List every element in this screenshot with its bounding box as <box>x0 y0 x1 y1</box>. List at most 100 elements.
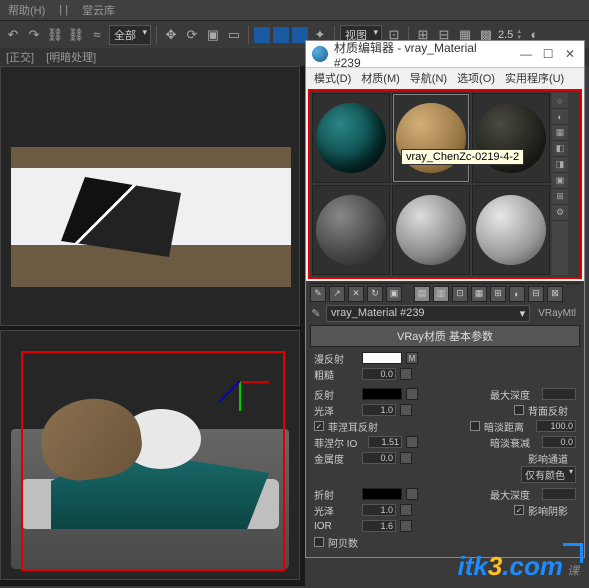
material-name-row: ✎ vray_Material #239▾ VRayMtl <box>310 303 580 323</box>
scale-icon[interactable]: ▣ <box>204 26 222 44</box>
undo-icon[interactable]: ↶ <box>4 26 22 44</box>
map-fresnel-ior-button[interactable] <box>406 436 418 448</box>
map-rgloss-button[interactable] <box>400 504 412 516</box>
unlink-icon[interactable]: ⛓ <box>67 26 85 44</box>
mt-dropper-icon[interactable]: ✎ <box>310 286 326 302</box>
label-maxdepth-reflect: 最大深度 <box>490 387 538 402</box>
mt-btn9-icon[interactable]: ▦ <box>471 286 487 302</box>
mat-menu-nav[interactable]: 导航(N) <box>406 70 451 86</box>
side-btn-4[interactable]: ◧ <box>552 141 568 157</box>
close-icon[interactable]: ✕ <box>562 46 578 62</box>
checkbox-backside[interactable] <box>514 405 524 415</box>
mat-menu-material[interactable]: 材质(M) <box>357 70 404 86</box>
mt-btn5-icon[interactable]: ▣ <box>386 286 402 302</box>
material-slot-2[interactable]: vray_ChenZc-0219-4-2 <box>392 93 470 183</box>
material-editor-titlebar[interactable]: 材质编辑器 - vray_Material #239 — ☐ ✕ <box>306 41 584 67</box>
checkbox-affect-shadow[interactable] <box>514 505 524 515</box>
spinner-rgloss[interactable]: 1.0 <box>362 504 396 516</box>
spinner-fresnel-ior[interactable]: 1.51 <box>368 436 402 448</box>
material-editor-window: 材质编辑器 - vray_Material #239 — ☐ ✕ 模式(D) 材… <box>305 40 585 558</box>
material-editor-title: 材质编辑器 - vray_Material #239 <box>334 39 506 70</box>
label-maxdepth-refract: 最大深度 <box>490 487 538 502</box>
dropdown-affect-channels[interactable]: 仅有颜色 <box>521 466 576 483</box>
map-refract-button[interactable] <box>406 488 418 500</box>
swatch-diffuse[interactable] <box>362 352 402 364</box>
menu-custom[interactable]: | | <box>55 4 72 16</box>
material-slot-5[interactable] <box>392 185 470 275</box>
side-btn-1[interactable]: ○ <box>552 93 568 109</box>
move-icon[interactable]: ✥ <box>162 26 180 44</box>
rotate-icon[interactable]: ⟳ <box>183 26 201 44</box>
snap-toggle-icon[interactable] <box>254 27 270 43</box>
checkbox-abbe[interactable] <box>314 537 324 547</box>
swatch-reflect[interactable] <box>362 388 402 400</box>
side-btn-5[interactable]: ◨ <box>552 157 568 173</box>
minimize-icon[interactable]: — <box>518 46 534 62</box>
map-reflect-button[interactable] <box>406 388 418 400</box>
mt-btn12-icon[interactable]: ⊟ <box>528 286 544 302</box>
side-btn-7[interactable]: ⊞ <box>552 189 568 205</box>
side-btn-6[interactable]: ▣ <box>552 173 568 189</box>
swatch-refract[interactable] <box>362 488 402 500</box>
viewport-top[interactable] <box>0 66 300 326</box>
rollup-header[interactable]: VRay材质 基本参数 <box>310 325 580 347</box>
material-slot-side-toolbar: ○ ◐ ▦ ◧ ◨ ▣ ⊞ ⚙ <box>552 93 568 275</box>
link-icon[interactable]: ⛓ <box>46 26 64 44</box>
spinner-metal[interactable]: 0.0 <box>362 452 396 464</box>
mt-assign-icon[interactable]: ↗ <box>329 286 345 302</box>
material-slot-1[interactable] <box>312 93 390 183</box>
spinner-gloss[interactable]: 1.0 <box>362 404 396 416</box>
map-diffuse-button[interactable]: M <box>406 352 418 364</box>
mat-menu-mode[interactable]: 模式(D) <box>310 70 355 86</box>
spinner-rough[interactable]: 0.0 <box>362 368 396 380</box>
redo-icon[interactable]: ↷ <box>25 26 43 44</box>
checkbox-dim[interactable] <box>470 421 480 431</box>
annotation-highlight-slots: vray_ChenZc-0219-4-2 ○ ◐ ▦ ◧ ◨ ▣ ⊞ ⚙ <box>308 89 582 279</box>
mt-btn11-icon[interactable]: ◐ <box>509 286 525 302</box>
map-metal-button[interactable] <box>400 452 412 464</box>
checkbox-fresnel[interactable] <box>314 421 324 431</box>
label-reflect: 反射 <box>314 387 358 402</box>
material-editor-toolbar: ✎ ↗ ✕ ↻ ▣ ▤ ▥ ⊡ ▦ ⊞ ◐ ⊟ ⊠ <box>310 283 580 303</box>
label-fade: 暗淡衰减 <box>490 435 538 450</box>
map-gloss-button[interactable] <box>400 404 412 416</box>
mat-menu-util[interactable]: 实用程序(U) <box>501 70 568 86</box>
select-icon[interactable]: ▭ <box>225 26 243 44</box>
spinner-fade[interactable]: 0.0 <box>542 436 576 448</box>
spinner-maxdepth-refract[interactable] <box>542 488 576 500</box>
material-name-field[interactable]: vray_Material #239▾ <box>326 305 530 322</box>
side-btn-3[interactable]: ▦ <box>552 125 568 141</box>
mat-menu-options[interactable]: 选项(O) <box>453 70 499 86</box>
menu-help[interactable]: 帮助(H) <box>4 2 49 18</box>
spinner-dim[interactable]: 100.0 <box>536 420 576 432</box>
viewport-perspective[interactable] <box>0 330 300 580</box>
map-ior-button[interactable] <box>400 520 412 532</box>
map-rough-button[interactable] <box>400 368 412 380</box>
mt-btn4-icon[interactable]: ↻ <box>367 286 383 302</box>
misc-icon[interactable]: ≈ <box>88 26 106 44</box>
spinner-arrows-a[interactable]: ▲▼ <box>516 29 522 41</box>
material-slot-3[interactable] <box>472 93 550 183</box>
label-refract: 折射 <box>314 487 358 502</box>
material-type-label[interactable]: VRayMtl <box>534 308 580 319</box>
filter-dropdown[interactable]: 全部 <box>109 25 151 45</box>
watermark: itk3.com课 <box>457 551 579 582</box>
mt-btn7-icon[interactable]: ▥ <box>433 286 449 302</box>
viewport-area <box>0 66 305 586</box>
material-picker-icon[interactable]: ✎ <box>310 307 322 319</box>
menu-cloud[interactable]: 堂云库 <box>78 2 119 18</box>
mt-btn10-icon[interactable]: ⊞ <box>490 286 506 302</box>
mt-btn3-icon[interactable]: ✕ <box>348 286 364 302</box>
maximize-icon[interactable]: ☐ <box>540 46 556 62</box>
material-slot-6[interactable] <box>472 185 550 275</box>
side-btn-8[interactable]: ⚙ <box>552 205 568 221</box>
label-affect-shadow: 影响阴影 <box>528 503 576 518</box>
snap-angle-icon[interactable] <box>273 27 289 43</box>
spinner-maxdepth-reflect[interactable] <box>542 388 576 400</box>
side-btn-2[interactable]: ◐ <box>552 109 568 125</box>
mt-btn13-icon[interactable]: ⊠ <box>547 286 563 302</box>
spinner-ior[interactable]: 1.6 <box>362 520 396 532</box>
material-slot-4[interactable] <box>312 185 390 275</box>
mt-btn6-icon[interactable]: ▤ <box>414 286 430 302</box>
mt-btn8-icon[interactable]: ⊡ <box>452 286 468 302</box>
